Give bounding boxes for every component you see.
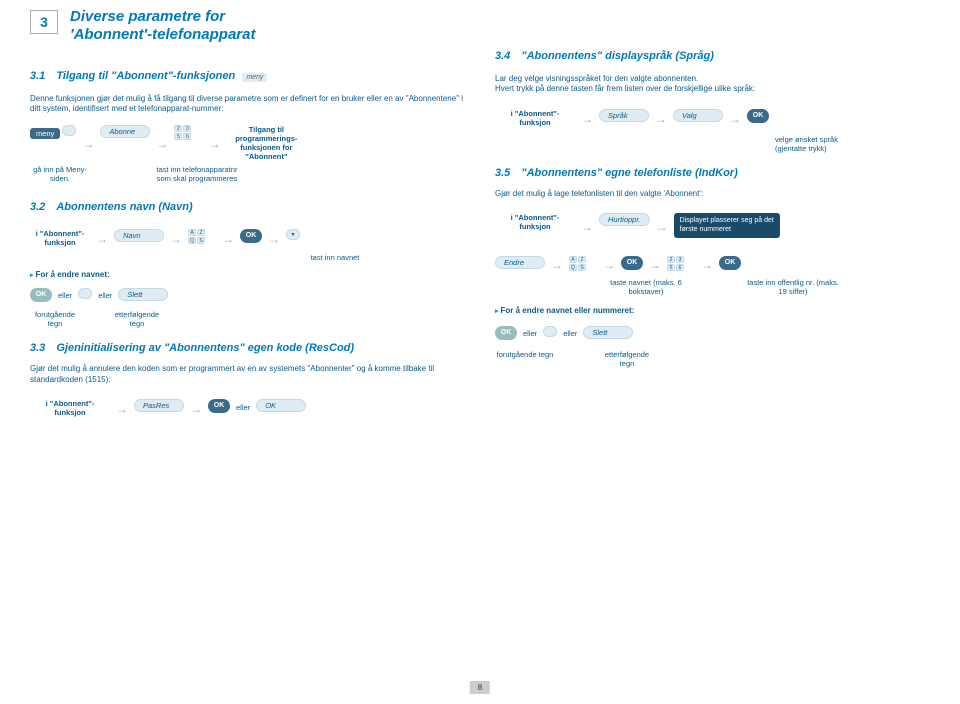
eller-label: eller	[523, 329, 537, 338]
page-footer: 8	[470, 681, 490, 694]
section-33-title: 3.3 Gjeninitialisering av "Abonnentens" …	[30, 342, 470, 354]
section-31-flow: meny → Abonne → 23 56 → Tilgang til prog…	[30, 125, 470, 161]
section-32-title: 3.2 Abonnentens navn (Navn)	[30, 201, 470, 213]
arrow-icon: →	[116, 400, 128, 416]
arrow-icon: →	[208, 135, 220, 151]
section-32-edit-flow: OK eller eller Slett	[30, 288, 470, 302]
arrow-icon: →	[701, 256, 713, 272]
abonnent-funksjon-label: i "Abonnent"-funksjon	[30, 399, 110, 417]
abonne-pill: Abonne	[100, 125, 150, 138]
eller-label: eller	[58, 291, 72, 300]
hurti-pill: Hurtioppr.	[599, 213, 650, 226]
section-35-flow2: Endre → AZ QS → OK → 23 56 → OK	[495, 256, 935, 272]
section-32-flow: i "Abonnent"-funksjon → Navn → AZ QS → O…	[30, 229, 470, 247]
arrow-icon: →	[649, 256, 661, 272]
section-34-title: 3.4 "Abonnentens" displayspråk (Språg)	[495, 50, 935, 62]
abonnent-funksjon-label: i "Abonnent"-funksjon	[30, 229, 90, 247]
ok-button: OK	[719, 256, 741, 270]
endre-navnet-heading: For å endre navnet:	[30, 270, 470, 280]
eller-label: eller	[563, 329, 577, 338]
right-column: 3.4 "Abonnentens" displayspråk (Språg) L…	[495, 50, 935, 368]
arrow-icon: →	[551, 256, 563, 272]
caption-forut: forutgående tegn	[495, 350, 555, 359]
sprak-pill: Språk	[599, 109, 649, 122]
caption-tastnavn: tast inn navnet	[200, 253, 470, 262]
keypad-icon: AZ QS	[569, 256, 597, 272]
navn-pill: Navn	[114, 229, 164, 242]
caption-forut: forutgående tegn	[30, 310, 80, 328]
section-35-intro: Gjør det mulig å lage telefonlisten til …	[495, 189, 935, 199]
section-34-flow: i "Abonnent"-funksjon → Språk → Valg → O…	[495, 109, 935, 127]
arrow-icon: →	[190, 400, 202, 416]
ok-button: OK	[495, 326, 517, 340]
eller-label: eller	[98, 291, 112, 300]
arrow-icon: →	[655, 110, 667, 126]
keypad-icon: 23 56	[667, 256, 695, 272]
arrow-icon: →	[581, 110, 593, 126]
ok-button: OK	[240, 229, 262, 243]
caption-etter: etterfølgende tegn	[597, 350, 657, 368]
caption-etter: etterfølgende tegn	[112, 310, 162, 328]
sec34-line2: Hvert trykk på denne tasten får frem lis…	[495, 84, 935, 94]
display-box: Displayet plasserer seg på det første nu…	[674, 213, 780, 238]
nav-button	[78, 288, 92, 299]
caption-nr: taste inn offentlig nr. (maks. 19 siffer…	[743, 278, 843, 296]
ok-button: OK	[30, 288, 52, 302]
left-column: 3.1 Tilgang til "Abonnent"-funksjonen me…	[30, 70, 470, 417]
arrow-icon: →	[729, 110, 741, 126]
caption-menyside: gå inn på Meny-siden.	[30, 165, 90, 183]
section-35-title: 3.5 "Abonnentens" egne telefonliste (Ind…	[495, 167, 935, 179]
slett-pill: Slett	[583, 326, 633, 339]
ok-button: OK	[747, 109, 769, 123]
arrow-icon: →	[96, 230, 108, 246]
ok-button: OK	[208, 399, 230, 413]
pasres-pill: PasRes	[134, 399, 184, 412]
caption-velge: velge ønsket språk (gjentatte trykk)	[775, 135, 865, 153]
caption-tastinn: tast inn telefonapparatnr som skal progr…	[152, 165, 242, 183]
endre-nummer-heading: For å endre navnet eller nummeret:	[495, 306, 935, 316]
page-title: Diverse parametre for 'Abonnent'-telefon…	[70, 8, 255, 44]
nav-button: ▾	[286, 229, 300, 240]
caption-tilgang: Tilgang til programmerings-funksjonen fo…	[226, 125, 306, 161]
eller-label: eller	[236, 403, 250, 412]
section-31-title: 3.1 Tilgang til "Abonnent"-funksjonen me…	[30, 70, 470, 82]
caption-navn: taste navnet (maks. 6 bokstaver)	[601, 278, 691, 296]
meny-tag: meny	[242, 73, 267, 82]
arrow-icon: →	[656, 218, 668, 234]
arrow-icon: →	[156, 135, 168, 151]
abonnent-funksjon-label: i "Abonnent"-funksjon	[495, 109, 575, 127]
arrow-icon: →	[603, 256, 615, 272]
slett-pill: Slett	[118, 288, 168, 301]
nav-button	[543, 326, 557, 337]
arrow-icon: →	[268, 230, 280, 246]
ok-button: OK	[621, 256, 643, 270]
arrow-icon: →	[222, 230, 234, 246]
page-number: 3	[40, 14, 48, 30]
meny-button: meny	[30, 125, 76, 139]
arrow-icon: →	[82, 135, 94, 151]
arrow-icon: →	[581, 218, 593, 234]
valg-pill: Valg	[673, 109, 723, 122]
section-33-flow: i "Abonnent"-funksjon → PasRes → OK elle…	[30, 399, 470, 417]
abonnent-funksjon-label: i "Abonnent"-funksjon	[495, 213, 575, 231]
section-35-flow1: i "Abonnent"-funksjon → Hurtioppr. → Dis…	[495, 213, 935, 238]
arrow-icon: →	[170, 230, 182, 246]
keypad-icon: AZ QS	[188, 229, 216, 245]
sec34-line1: Lar deg velge visningsspråket for den va…	[495, 74, 935, 84]
section-35-edit-flow: OK eller eller Slett	[495, 326, 935, 340]
section-33-intro: Gjør det mulig å annulere den koden som …	[30, 364, 470, 385]
keypad-icon: 23 56	[174, 125, 202, 141]
endre-pill: Endre	[495, 256, 545, 269]
section-31-intro: Denne funksjonen gjør det mulig å få til…	[30, 94, 470, 115]
ok-pill: OK	[256, 399, 306, 412]
page-number-box: 3	[30, 10, 58, 34]
